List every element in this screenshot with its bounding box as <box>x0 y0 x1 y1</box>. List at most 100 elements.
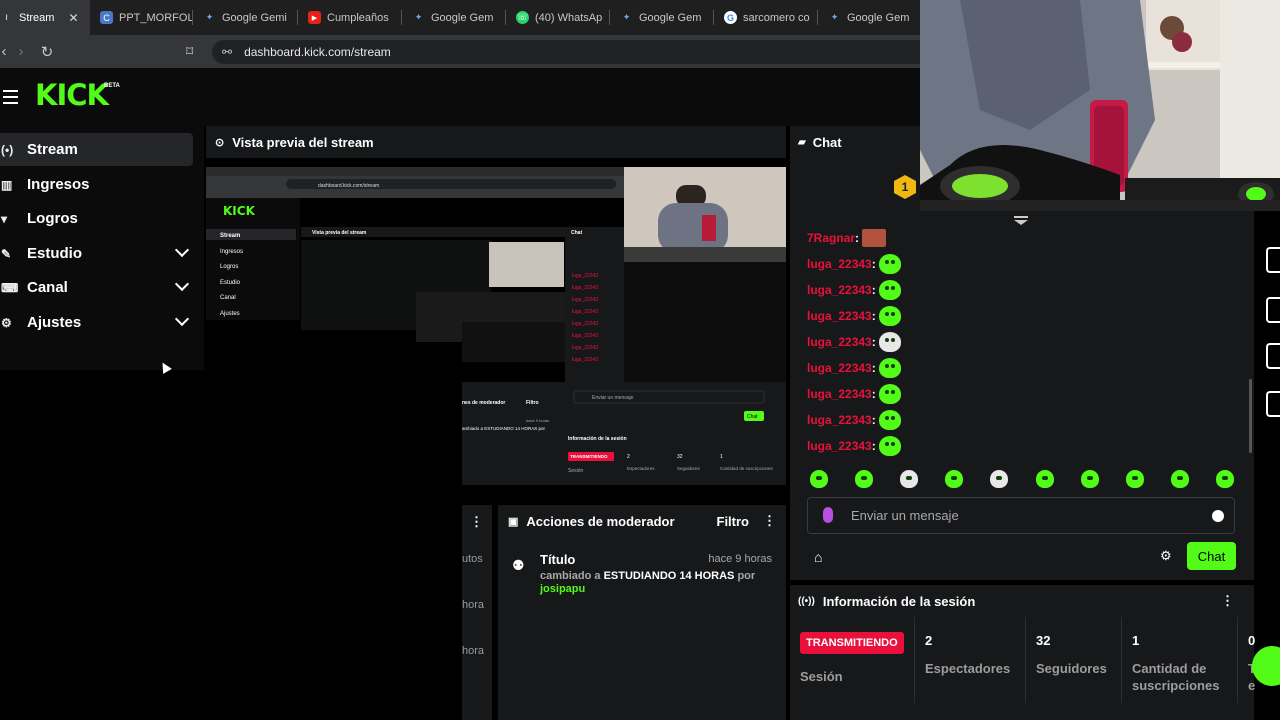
sidebar-item-ingresos[interactable]: ▥ Ingresos <box>0 168 193 201</box>
screen: ≀ Stream ✕ C PPT_MORFOL ✦ Google Gemi ▶ … <box>0 0 1280 720</box>
emoji-picker-icon[interactable] <box>1212 510 1224 522</box>
svg-text:TRANSMITIENDO: TRANSMITIENDO <box>570 454 608 459</box>
mod-entry-by: por <box>737 570 756 582</box>
chevron-down-icon[interactable] <box>174 276 190 292</box>
tab-ppt[interactable]: C PPT_MORFOL <box>90 0 193 35</box>
svg-text:Espectadores: Espectadores <box>627 466 655 471</box>
chat-message: luga_22343: <box>807 358 901 378</box>
svg-text:luga_22343: luga_22343 <box>572 273 598 279</box>
side-button-icon[interactable] <box>1266 297 1280 323</box>
right-edge-controls <box>1256 211 1280 720</box>
webcam-image <box>920 0 1280 211</box>
emote-button-icon[interactable] <box>1215 470 1234 488</box>
chevron-down-icon[interactable] <box>174 242 190 258</box>
chat-message: luga_22343: <box>807 306 901 326</box>
document-favicon-icon: C <box>100 11 113 24</box>
chat-settings-icon[interactable]: ⚙ <box>1160 548 1172 564</box>
microphone-icon[interactable] <box>823 507 833 523</box>
svg-text:2: 2 <box>627 454 630 460</box>
emote-button-icon[interactable] <box>810 470 828 488</box>
back-icon[interactable]: ‹ <box>0 43 8 60</box>
chat-username[interactable]: luga_22343 <box>807 257 872 271</box>
store-icon[interactable]: ⌂ <box>814 549 822 565</box>
previous-panel-fragment: ⋮ utos hora hora <box>462 505 492 720</box>
filter-button[interactable]: Filtro <box>717 514 750 529</box>
sidebar-item-label: Ajustes <box>27 314 82 331</box>
side-button-icon[interactable] <box>1266 247 1280 273</box>
channel-icon: ⌨ <box>1 280 19 295</box>
pinned-count-badge[interactable]: 1 <box>894 175 916 199</box>
green-emote-icon <box>878 384 901 404</box>
panel-header: ▣ Acciones de moderador Filtro ⋮ <box>498 505 786 537</box>
forward-icon[interactable]: › <box>8 43 34 60</box>
gear-icon: ⚙ <box>1 315 12 330</box>
emote-button-icon[interactable] <box>1125 470 1144 488</box>
chat-username[interactable]: luga_22343 <box>807 283 872 297</box>
chat-username[interactable]: luga_22343 <box>807 309 872 323</box>
green-emote-icon <box>878 254 901 274</box>
side-button-icon[interactable] <box>1266 343 1280 369</box>
svg-text:Chat: Chat <box>571 230 582 236</box>
gemini-favicon-icon: ✦ <box>205 12 214 22</box>
chat-username[interactable]: luga_22343 <box>807 413 872 427</box>
chat-message: luga_22343: <box>807 254 901 274</box>
send-chat-button[interactable]: Chat <box>1187 542 1236 570</box>
bookmark-icon[interactable]: ⌑ <box>186 43 193 60</box>
menu-icon[interactable] <box>3 90 18 108</box>
more-options-icon[interactable]: ⋮ <box>470 514 483 530</box>
sidebar-item-label: Canal <box>27 279 68 296</box>
svg-text:Logros: Logros <box>220 264 238 270</box>
emote-button-icon[interactable] <box>1170 470 1189 488</box>
reload-icon[interactable]: ↻ <box>34 43 60 61</box>
tab-whatsapp[interactable]: ☏ (40) WhatsAp <box>506 0 610 35</box>
side-button-icon[interactable] <box>1266 391 1280 417</box>
tab-youtube[interactable]: ▶ Cumpleaños <box>298 0 402 35</box>
sidebar-item-ajustes[interactable]: ⚙ Ajustes <box>0 306 193 339</box>
stat-label: Seguidores <box>1036 661 1107 676</box>
site-info-icon[interactable]: ⚯ <box>222 45 232 59</box>
panel-header: ▰ Chat <box>790 126 920 158</box>
chat-username[interactable]: luga_22343 <box>807 335 872 349</box>
stream-preview-video[interactable]: dashboard.kick.com/stream KICK Stream In… <box>206 167 786 487</box>
chat-scrollbar[interactable] <box>1249 379 1252 453</box>
more-options-icon[interactable]: ⋮ <box>1221 593 1234 609</box>
chevron-down-icon[interactable] <box>174 311 190 327</box>
sidebar-item-logros[interactable]: ▾ Logros <box>0 202 193 235</box>
tab-gemini-4[interactable]: ✦ Google Gem <box>818 0 910 35</box>
chat-username[interactable]: luga_22343 <box>807 361 872 375</box>
close-tab-icon[interactable]: ✕ <box>68 11 78 25</box>
chat-username[interactable]: luga_22343 <box>807 439 872 453</box>
emote-button-icon[interactable] <box>990 470 1009 488</box>
emote-button-icon[interactable] <box>1035 470 1054 488</box>
sidebar-item-estudio[interactable]: ✎ Estudio <box>0 237 193 270</box>
white-emote-icon <box>878 332 901 352</box>
svg-text:Sesión: Sesión <box>568 468 584 474</box>
tab-gemini-3[interactable]: ✦ Google Gem <box>610 0 714 35</box>
svg-text:32: 32 <box>677 454 683 460</box>
session-label: Sesión <box>800 669 843 684</box>
sidebar-item-canal[interactable]: ⌨ Canal <box>0 271 193 304</box>
mod-entry-user[interactable]: josipapu <box>540 583 585 595</box>
chat-bubble-icon: ▰ <box>798 136 806 148</box>
kick-logo[interactable]: KICK <box>35 78 109 112</box>
tab-gemini-2[interactable]: ✦ Google Gem <box>402 0 506 35</box>
emote-button-icon[interactable] <box>1080 470 1099 488</box>
tab-gemini-1[interactable]: ✦ Google Gemi <box>193 0 298 35</box>
emote-button-icon[interactable] <box>945 470 964 488</box>
emote-button-icon[interactable] <box>900 470 919 488</box>
tab-stream[interactable]: ≀ Stream ✕ <box>0 0 90 35</box>
tab-label: Google Gemi <box>222 11 287 24</box>
chat-message: luga_22343: <box>807 410 901 430</box>
sidebar-item-stream[interactable]: (•) Stream <box>0 133 193 166</box>
pull-handle-icon[interactable] <box>1014 216 1028 226</box>
more-options-icon[interactable]: ⋮ <box>763 513 776 529</box>
session-status: TRANSMITIENDO Sesión <box>800 632 904 684</box>
chat-username[interactable]: luga_22343 <box>807 387 872 401</box>
green-emote-icon <box>878 280 901 300</box>
svg-text:luga_22343: luga_22343 <box>572 333 598 339</box>
emote-button-icon[interactable] <box>855 470 874 488</box>
chat-username[interactable]: 7Ragnar <box>807 231 855 245</box>
tab-label: sarcomero co <box>743 11 810 24</box>
chat-input[interactable]: Enviar un mensaje <box>807 497 1235 534</box>
tab-google-search[interactable]: G sarcomero co <box>714 0 818 35</box>
